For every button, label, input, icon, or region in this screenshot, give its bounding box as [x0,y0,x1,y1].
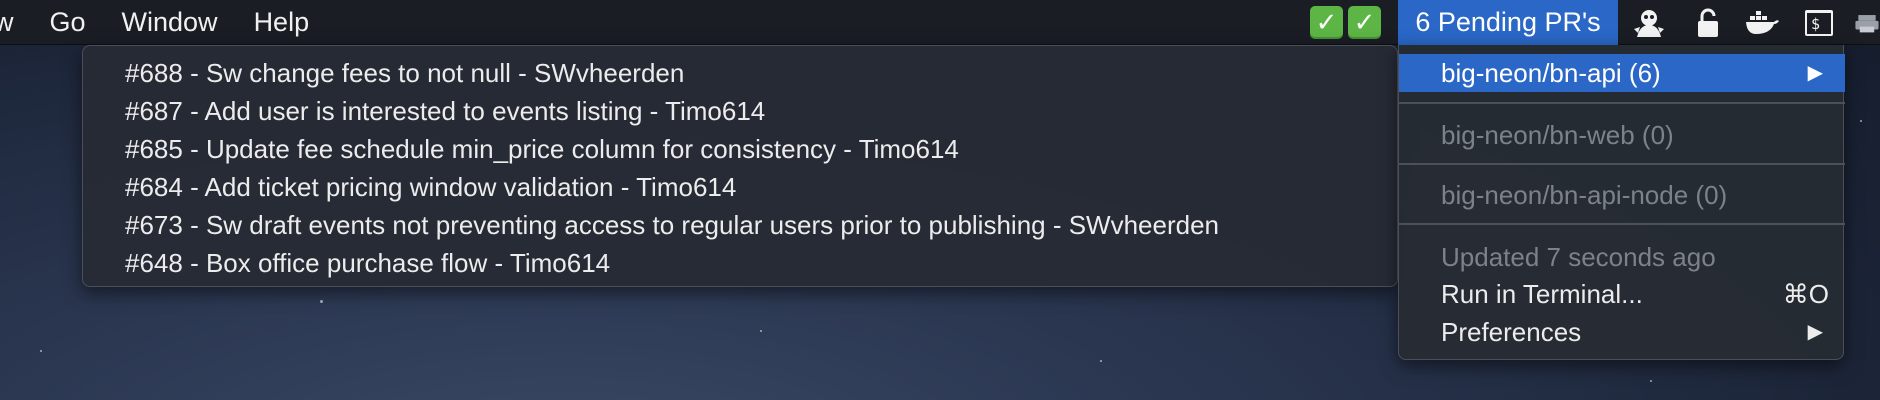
keyboard-shortcut: ⌘O [1782,279,1829,309]
terminal-icon[interactable]: $ [1801,6,1837,40]
background-star [320,300,323,303]
svg-text:$: $ [1811,15,1820,33]
submenu-arrow-icon: ▶ [1807,321,1823,343]
run-in-terminal-item[interactable]: Run in Terminal... ⌘O [1399,275,1845,313]
background-star [40,350,42,352]
repo-item-bn-api[interactable]: big-neon/bn-api (6) ▶ [1399,54,1845,92]
menu-window[interactable]: Window [104,0,236,45]
run-in-terminal-label: Run in Terminal... [1441,279,1643,309]
pr-item-688[interactable]: #688 - Sw change fees to not null - SWvh… [83,54,1397,92]
pr-submenu: #688 - Sw change fees to not null - SWvh… [82,45,1398,287]
background-star [1860,120,1862,122]
separator [1399,163,1845,165]
separator [1399,102,1845,104]
background-star [1650,380,1652,382]
pr-item-648[interactable]: #648 - Box office purchase flow - Timo61… [83,244,1397,282]
updated-status: Updated 7 seconds ago [1441,242,1716,272]
check-icon[interactable]: ✓ [1348,6,1381,39]
lock-icon[interactable] [1690,6,1726,40]
pr-item-684[interactable]: #684 - Add ticket pricing window validat… [83,168,1397,206]
pending-prs-button[interactable]: 6 Pending PR's [1398,0,1618,45]
menu-bar: w Go Window Help ✓ ✓ 6 Pending PR's $ [0,0,1880,45]
preferences-item[interactable]: Preferences ▶ [1399,313,1845,351]
background-star [1100,360,1102,362]
repo-item-bn-web[interactable]: big-neon/bn-web (0) [1399,116,1845,154]
submenu-arrow-icon: ▶ [1807,62,1823,84]
status-checks: ✓ ✓ [1310,0,1386,45]
pending-prs-menu: big-neon/bn-api (6) ▶ big-neon/bn-web (0… [1398,45,1845,360]
menu-help[interactable]: Help [236,0,328,45]
mascot-icon[interactable] [1631,6,1667,40]
menu-view[interactable]: w [0,0,32,45]
printer-icon[interactable] [1854,6,1880,40]
pr-item-687[interactable]: #687 - Add user is interested to events … [83,92,1397,130]
check-icon[interactable]: ✓ [1310,6,1343,39]
repo-item-label: big-neon/bn-api (6) [1441,58,1661,88]
pr-item-673[interactable]: #673 - Sw draft events not preventing ac… [83,206,1397,244]
background-star [760,330,762,332]
app-menus: w Go Window Help [0,0,327,45]
separator [1399,223,1845,225]
preferences-label: Preferences [1441,317,1582,347]
docker-icon[interactable] [1744,6,1780,40]
repo-item-bn-api-node[interactable]: big-neon/bn-api-node (0) [1399,176,1845,214]
menu-go[interactable]: Go [32,0,104,45]
pr-item-685[interactable]: #685 - Update fee schedule min_price col… [83,130,1397,168]
